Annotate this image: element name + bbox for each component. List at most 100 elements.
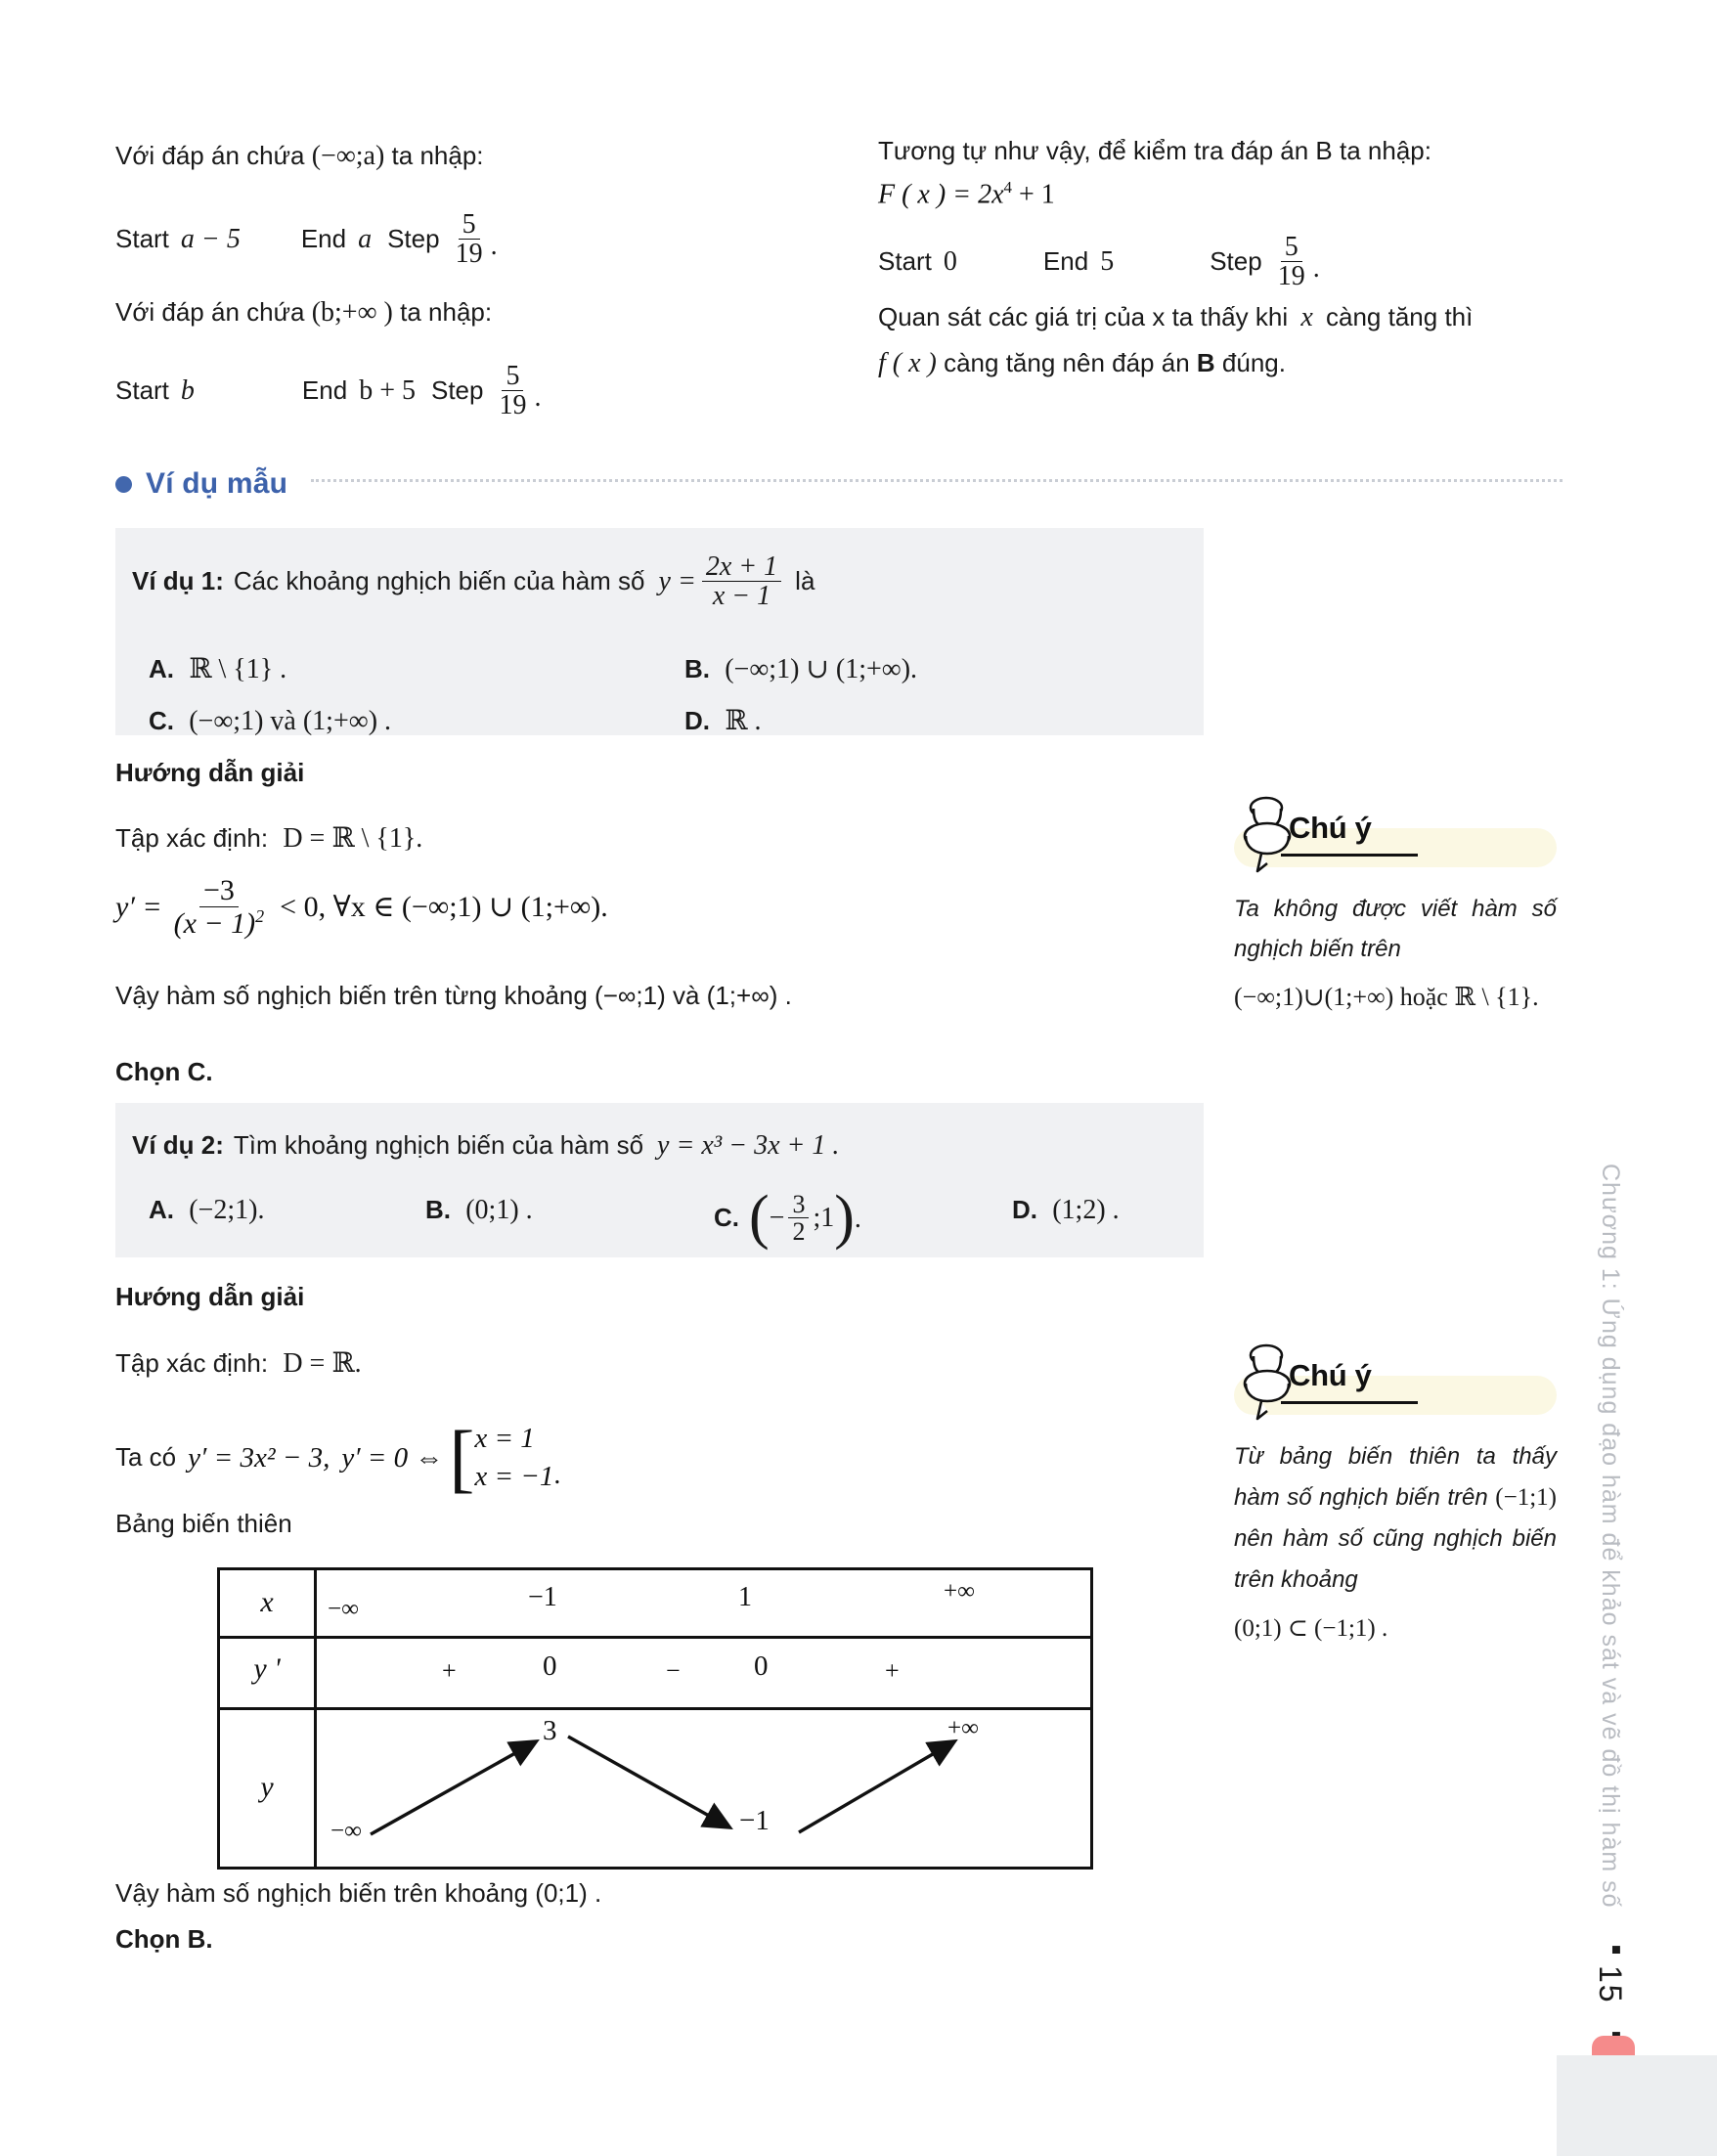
top-right-row: Start 0 End 5 Step 5 19 . — [878, 233, 1320, 291]
note-formula: (−∞;1)∪(1;+∞) hoặc ℝ \ {1}. — [1234, 976, 1557, 1020]
heading-dotted-rule — [311, 479, 1563, 482]
end-value: 5 — [1100, 245, 1115, 277]
period: . — [854, 1204, 861, 1234]
function-lhs: y = — [658, 565, 696, 596]
option-text: (−2;1). — [189, 1195, 265, 1225]
variation-arrows — [370, 1735, 958, 1836]
end-value: a — [358, 223, 373, 254]
note-title-underline — [1281, 1401, 1418, 1404]
fraction-denominator: x − 1 — [712, 581, 771, 612]
text: càng tăng nên đáp án — [944, 348, 1190, 377]
document-page: Với đáp án chứa (−∞;a) ta nhập: Start a … — [0, 0, 1717, 2156]
arrow-down-1 — [567, 1735, 733, 1830]
cases-list: x = 1 x = −1 — [474, 1423, 553, 1493]
function-expression: y = x³ − 3x + 1 . — [657, 1130, 840, 1161]
top-right-conclusion-line2: f ( x ) càng tăng nên đáp án B đúng. — [878, 344, 1286, 384]
solution-2-domain: Tập xác định: D = ℝ. — [115, 1344, 362, 1385]
right-paren: ) — [834, 1184, 855, 1252]
top-left-line2: Với đáp án chứa (b;+∞ ) ta nhập: — [115, 293, 492, 333]
derivative-rhs: < 0, ∀x ∈ (−∞;1) ∪ (1;+∞). — [280, 891, 608, 923]
step-fraction: 5 19 — [452, 210, 487, 269]
x-value-1: −1 — [528, 1582, 557, 1612]
example-2-question: Tìm khoảng nghịch biến của hàm số — [233, 1130, 644, 1161]
fraction-numerator: −3 — [198, 875, 239, 907]
example-1-option-c: C. (−∞;1) và (1;+∞) . — [149, 702, 391, 742]
note-header: Chú ý — [1234, 796, 1557, 873]
example-1-prompt: Ví dụ 1: Các khoảng nghịch biến của hàm … — [132, 552, 814, 611]
option-c-expression: ( − 3 2 ;1 ) . — [749, 1184, 861, 1252]
top-right-formula: F ( x ) = 2x4 + 1 — [878, 178, 1055, 210]
note-interval: (−1;1) — [1495, 1484, 1557, 1512]
option-text: ℝ \ {1} . — [189, 654, 287, 684]
left-paren: ( — [749, 1184, 770, 1252]
fraction-denominator: 19 — [455, 239, 483, 270]
footer-grey-block — [1557, 2055, 1717, 2156]
section-title: Ví dụ mẫu — [146, 467, 288, 500]
option-key: D. — [1012, 1195, 1037, 1224]
start-label: Start — [878, 246, 932, 277]
bullet-icon — [115, 475, 132, 493]
solution-1-conclusion: Vậy hàm số nghịch biến trên từng khoảng … — [115, 978, 792, 1015]
note-formula: (0;1) ⊂ (−1;1) . — [1234, 1614, 1388, 1642]
step-fraction: 5 19 — [495, 362, 530, 420]
option-key: A. — [149, 1195, 174, 1224]
end-value: b + 5 — [359, 374, 416, 406]
example-2-option-a: A. (−2;1). — [149, 1191, 264, 1231]
row-label-yprime: y ' — [253, 1652, 281, 1685]
option-key: C. — [714, 1202, 739, 1232]
example-2-label: Ví dụ 2: — [132, 1130, 224, 1161]
yprime-sign-4: + — [885, 1656, 900, 1685]
note-formula-text: (−∞;1)∪(1;+∞) hoặc ℝ \ {1}. — [1234, 982, 1539, 1011]
cases-bracket: [ x = 1 x = −1 . — [449, 1419, 561, 1496]
end-label: End — [301, 375, 348, 406]
formula-lhs: F ( x ) = 2x — [878, 179, 1004, 210]
note-body-1: Ta không được viết hàm số nghịch biến tr… — [1234, 889, 1557, 1019]
yprime-sign-3: 0 — [754, 1650, 769, 1682]
option-text: (−∞;1) ∪ (1;+∞). — [725, 654, 918, 684]
interval-b: (b;+∞ ) — [311, 297, 393, 328]
solution-1-heading: Hướng dẫn giải — [115, 758, 305, 787]
chapter-running-head: Chương 1: Ứng dụng đạo hàm để khảo sát v… — [1597, 1164, 1624, 1909]
derivative-lhs: y′ = — [115, 890, 162, 923]
example-2-option-c: C. ( − 3 2 ;1 ) . — [714, 1184, 861, 1252]
option-c-tail: ;1 — [813, 1202, 835, 1233]
fx: f ( x ) — [878, 348, 937, 378]
note-body-2: Từ bảng biến thiên ta thấy hàm số nghịch… — [1234, 1436, 1557, 1650]
derivative-equation: y′ = 0 ⇔ — [341, 1441, 444, 1474]
fraction-denominator: (x − 1)2 — [170, 906, 269, 940]
text: đúng. — [1221, 348, 1286, 377]
start-value: 0 — [943, 245, 957, 277]
fraction-numerator: 2x + 1 — [701, 552, 782, 583]
fraction-denominator: 19 — [1277, 261, 1305, 292]
solution-1-derivative: y′ = −3 (x − 1)2 < 0, ∀x ∈ (−∞;1) ∪ (1;+… — [115, 875, 608, 939]
option-c-fraction: 3 2 — [788, 1191, 810, 1246]
domain-value: D = ℝ. — [283, 1348, 362, 1379]
solution-1-choice: Chọn C. — [115, 1057, 213, 1086]
example-1-option-b: B. (−∞;1) ∪ (1;+∞). — [684, 650, 917, 690]
option-key: D. — [684, 706, 710, 735]
yprime-sign-1: 0 — [543, 1650, 557, 1682]
example-1-question: Các khoảng nghịch biến của hàm số — [233, 566, 645, 596]
top-right-conclusion-line1: Quan sát các giá trị của x ta thấy khi x… — [878, 298, 1473, 338]
formula-rhs: + 1 — [1019, 179, 1055, 210]
option-key: A. — [149, 654, 174, 683]
variation-table: x y ' y −∞ −1 1 +∞ + 0 − 0 + −∞ 3 −1 +∞ — [217, 1567, 1093, 1870]
note-title: Chú ý — [1289, 811, 1372, 845]
option-key: B. — [425, 1195, 451, 1224]
example-1-label: Ví dụ 1: — [132, 566, 224, 596]
start-label: Start — [115, 375, 169, 406]
margin-separator-left: ▪ — [1599, 1931, 1634, 1968]
solution-2-derivative: Ta có y′ = 3x² − 3, y′ = 0 ⇔ [ x = 1 x =… — [115, 1419, 561, 1496]
start-value: b — [180, 374, 195, 406]
derivative-expression: y′ = 3x² − 3, — [188, 1441, 330, 1474]
row-label-x: x — [260, 1586, 274, 1618]
x-value-0: −∞ — [328, 1596, 359, 1622]
period: . — [553, 1460, 561, 1490]
top-left-row1: Start a − 5 End a Step 5 19 . — [115, 210, 498, 269]
arrow-up-2 — [798, 1738, 958, 1834]
period: . — [490, 231, 498, 262]
yprime-sign-0: + — [442, 1656, 457, 1685]
fraction-denominator: 19 — [499, 390, 527, 421]
solution-2-heading: Hướng dẫn giải — [115, 1282, 305, 1311]
solution-1-domain: Tập xác định: D = ℝ \ {1}. — [115, 819, 422, 859]
